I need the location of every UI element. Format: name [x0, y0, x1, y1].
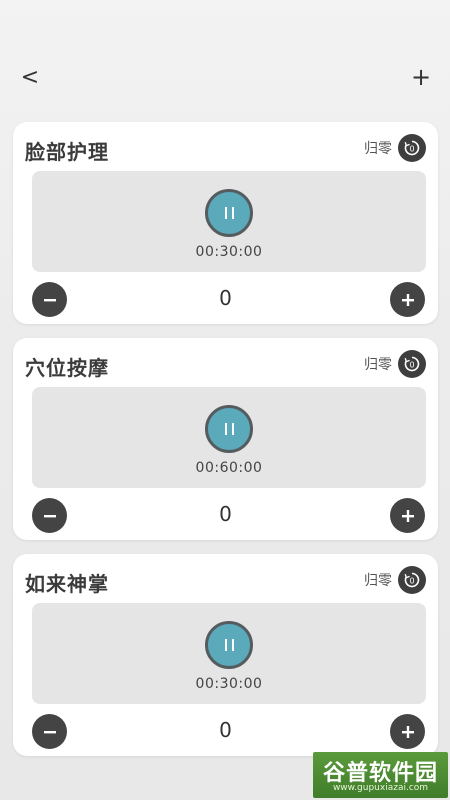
reset-timer-icon: 0	[398, 566, 426, 594]
count-value: 0	[219, 286, 232, 310]
card-title: 脸部护理	[25, 140, 109, 164]
reset-label: 归零	[364, 141, 392, 157]
reset-label: 归零	[364, 357, 392, 373]
reset-label: 归零	[364, 573, 392, 589]
timer-card: 穴位按摩 归零 0 00:60:00 0	[13, 338, 438, 540]
increment-button[interactable]	[390, 714, 425, 749]
add-timer-button[interactable]: +	[408, 62, 434, 92]
svg-text:0: 0	[409, 577, 414, 586]
increment-button[interactable]	[390, 282, 425, 317]
timer-card: 如来神掌 归零 0 00:30:00 0	[13, 554, 438, 756]
pause-button[interactable]	[205, 621, 253, 669]
pause-icon	[224, 639, 234, 651]
increment-button[interactable]	[390, 498, 425, 533]
timer-display: 00:30:00	[195, 244, 263, 260]
plus-icon	[401, 293, 414, 306]
plus-icon	[401, 509, 414, 522]
card-title: 如来神掌	[25, 572, 109, 596]
app-header: < +	[0, 0, 450, 110]
timer-display: 00:60:00	[195, 460, 263, 476]
chevron-left-icon: <	[20, 64, 40, 90]
count-value: 0	[219, 718, 232, 742]
timer-panel: 00:30:00	[32, 171, 426, 272]
pause-icon	[224, 207, 234, 219]
pause-icon	[224, 423, 234, 435]
svg-text:0: 0	[409, 361, 414, 370]
reset-button[interactable]: 归零 0	[364, 350, 426, 378]
plus-icon	[401, 725, 414, 738]
count-value: 0	[219, 502, 232, 526]
timer-card: 脸部护理 归零 0 00:30:00 0	[13, 122, 438, 324]
watermark-logo: 谷普软件园 www.gupuxiazai.com	[313, 752, 448, 798]
pause-button[interactable]	[205, 405, 253, 453]
plus-icon: +	[410, 63, 432, 91]
reset-timer-icon: 0	[398, 350, 426, 378]
timer-panel: 00:60:00	[32, 387, 426, 488]
timer-display: 00:30:00	[195, 676, 263, 692]
reset-button[interactable]: 归零 0	[364, 566, 426, 594]
pause-button[interactable]	[205, 189, 253, 237]
timer-panel: 00:30:00	[32, 603, 426, 704]
reset-button[interactable]: 归零 0	[364, 134, 426, 162]
back-button[interactable]: <	[18, 62, 42, 92]
svg-text:0: 0	[409, 145, 414, 154]
reset-timer-icon: 0	[398, 134, 426, 162]
card-title: 穴位按摩	[25, 356, 109, 380]
watermark-url: www.gupuxiazai.com	[332, 783, 429, 793]
